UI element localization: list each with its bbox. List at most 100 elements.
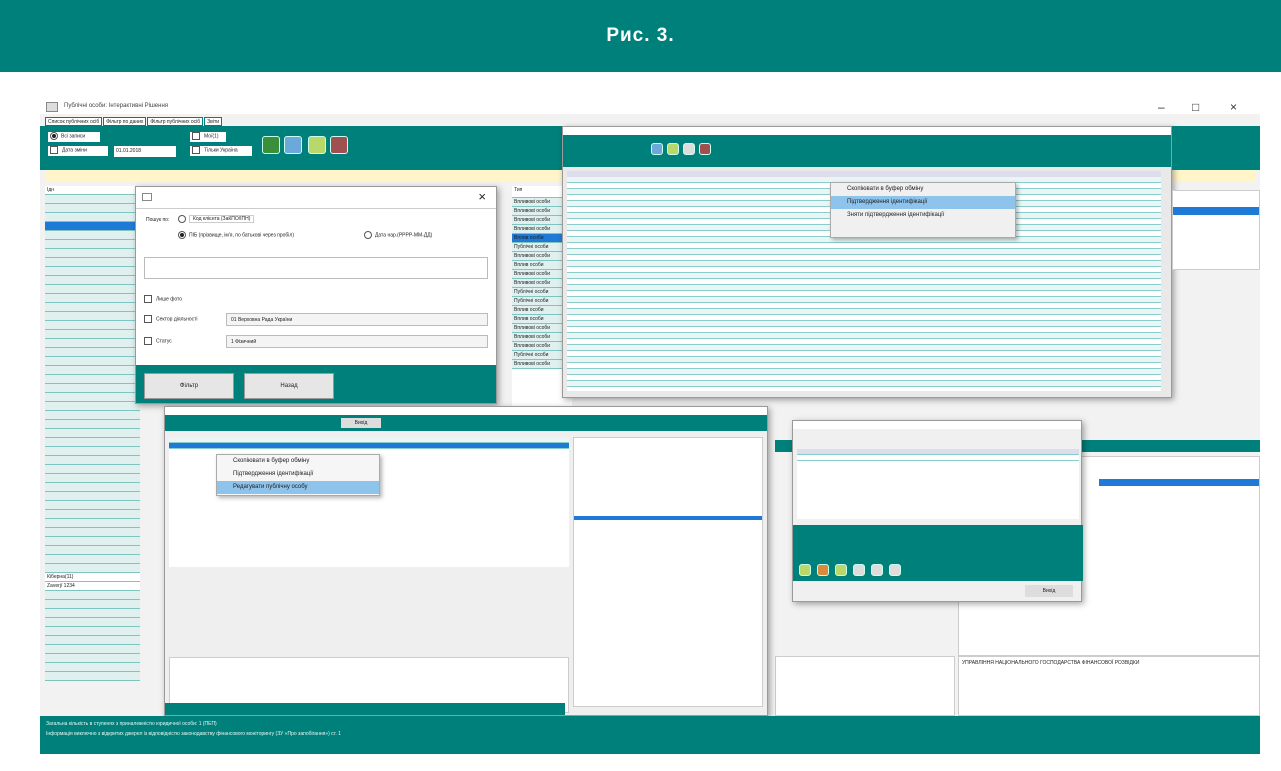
list-item[interactable]	[45, 510, 140, 519]
menu-copy[interactable]: Скопіювати в буфер обміну	[831, 183, 1015, 196]
own-records-option[interactable]: Мої(1)	[190, 132, 226, 142]
tab-public-list[interactable]: Список публічних осіб	[45, 117, 103, 126]
refresh-icon[interactable]	[308, 136, 326, 154]
list-item[interactable]	[45, 258, 140, 267]
filter-button[interactable]: Фільтр	[144, 373, 234, 399]
table-row[interactable]	[567, 387, 1161, 391]
list-item[interactable]	[45, 330, 140, 339]
date-input[interactable]: 01.01.2018	[114, 146, 176, 157]
edit-icon[interactable]	[817, 564, 829, 576]
list-item[interactable]	[45, 195, 140, 204]
list-item[interactable]	[45, 546, 140, 555]
chart-icon[interactable]	[262, 136, 280, 154]
refresh-icon[interactable]	[667, 143, 679, 155]
sector-filter[interactable]: Сектор діяльності	[144, 315, 198, 323]
list-item[interactable]	[45, 474, 140, 483]
list-item[interactable]	[45, 663, 140, 672]
list-item[interactable]	[45, 204, 140, 213]
code-option[interactable]: Код клієнта (ЗаКПО/ІПН)	[178, 215, 255, 224]
list-item[interactable]	[45, 519, 140, 528]
list-item[interactable]	[45, 528, 140, 537]
minimize-button[interactable]: –	[1158, 100, 1165, 114]
list-item[interactable]	[45, 645, 140, 654]
list-item[interactable]	[45, 465, 140, 474]
ukraine-only-option[interactable]: Тільки Україна	[190, 146, 252, 156]
print-icon[interactable]	[683, 143, 695, 155]
list-item[interactable]	[45, 366, 140, 375]
list-item[interactable]	[45, 375, 140, 384]
list-item[interactable]	[45, 321, 140, 330]
status-select[interactable]: 1 Фізичний	[226, 335, 488, 348]
list-item[interactable]	[45, 591, 140, 600]
add-icon[interactable]	[799, 564, 811, 576]
menu-confirm-id[interactable]: Підтвердження ідентифікації	[217, 468, 379, 481]
side-selected[interactable]	[574, 516, 762, 520]
grid-row-selected[interactable]	[169, 443, 569, 449]
all-records-option[interactable]: Всі записи	[48, 132, 100, 142]
sector-select[interactable]: 01 Верховна Рада України	[226, 313, 488, 326]
list-item[interactable]	[45, 249, 140, 258]
list-item[interactable]	[45, 438, 140, 447]
list-item[interactable]	[45, 483, 140, 492]
right-panel-selected[interactable]	[1173, 207, 1259, 215]
list-item[interactable]	[45, 429, 140, 438]
list-item[interactable]	[45, 411, 140, 420]
list-item[interactable]: Кіберна(11)	[45, 573, 140, 582]
print-icon[interactable]	[853, 564, 865, 576]
refresh-icon[interactable]	[835, 564, 847, 576]
date-change-option[interactable]: Дата зміни	[48, 146, 108, 156]
list-item[interactable]	[45, 357, 140, 366]
list-item[interactable]	[45, 339, 140, 348]
list-item[interactable]	[45, 627, 140, 636]
export-icon[interactable]	[699, 143, 711, 155]
list-item[interactable]	[45, 213, 140, 222]
list-item[interactable]	[45, 564, 140, 573]
close-icon[interactable]: ×	[478, 189, 486, 204]
maximize-button[interactable]: □	[1192, 100, 1199, 114]
list-item[interactable]	[45, 609, 140, 618]
list-item[interactable]	[45, 420, 140, 429]
menu-edit-person[interactable]: Редагувати публічну особу	[217, 481, 379, 494]
exit-button[interactable]: Вихід	[1025, 585, 1073, 597]
list-item[interactable]	[45, 285, 140, 294]
name-option[interactable]: ПІБ (прізвище, ім'я, по батькові через п…	[178, 231, 294, 239]
export-icon[interactable]	[330, 136, 348, 154]
list-item[interactable]	[45, 654, 140, 663]
list-item[interactable]	[45, 492, 140, 501]
list-item[interactable]	[45, 240, 140, 249]
search-icon[interactable]	[651, 143, 663, 155]
tab-reports[interactable]: Звіти	[204, 117, 223, 126]
menu-remove-confirm[interactable]: Зняти підтвердження ідентифікації	[831, 209, 1015, 222]
search-icon[interactable]	[284, 136, 302, 154]
list-item[interactable]	[45, 447, 140, 456]
list-item[interactable]	[45, 456, 140, 465]
list-item[interactable]: Zaverj/ 1234	[45, 582, 140, 591]
status-filter[interactable]: Статус	[144, 337, 172, 345]
list-item[interactable]	[45, 402, 140, 411]
list-item[interactable]	[45, 294, 140, 303]
list-item-selected[interactable]	[45, 222, 140, 231]
exit-button[interactable]: Вихід	[341, 418, 381, 428]
list-item[interactable]	[45, 384, 140, 393]
list-item[interactable]	[45, 537, 140, 546]
save-icon[interactable]	[871, 564, 883, 576]
list-item[interactable]	[45, 312, 140, 321]
list-item[interactable]	[45, 393, 140, 402]
list-item[interactable]	[45, 276, 140, 285]
list-item[interactable]	[45, 303, 140, 312]
detail-selected[interactable]	[1099, 479, 1259, 486]
list-item[interactable]	[45, 618, 140, 627]
list-item[interactable]	[45, 555, 140, 564]
menu-confirm-id[interactable]: Підтвердження ідентифікації	[831, 196, 1015, 209]
grid-row[interactable]	[797, 455, 1079, 461]
list-item[interactable]	[45, 501, 140, 510]
delete-icon[interactable]	[889, 564, 901, 576]
list-item[interactable]	[45, 267, 140, 276]
search-input[interactable]	[144, 257, 488, 279]
photo-filter[interactable]: Лише фото	[144, 295, 182, 303]
back-button[interactable]: Назад	[244, 373, 334, 399]
list-item[interactable]	[45, 600, 140, 609]
close-button[interactable]: ×	[1230, 100, 1237, 114]
menu-copy[interactable]: Скопіювати в буфер обміну	[217, 455, 379, 468]
tab-person-filter[interactable]: Фільтр публічних осіб	[147, 117, 204, 126]
